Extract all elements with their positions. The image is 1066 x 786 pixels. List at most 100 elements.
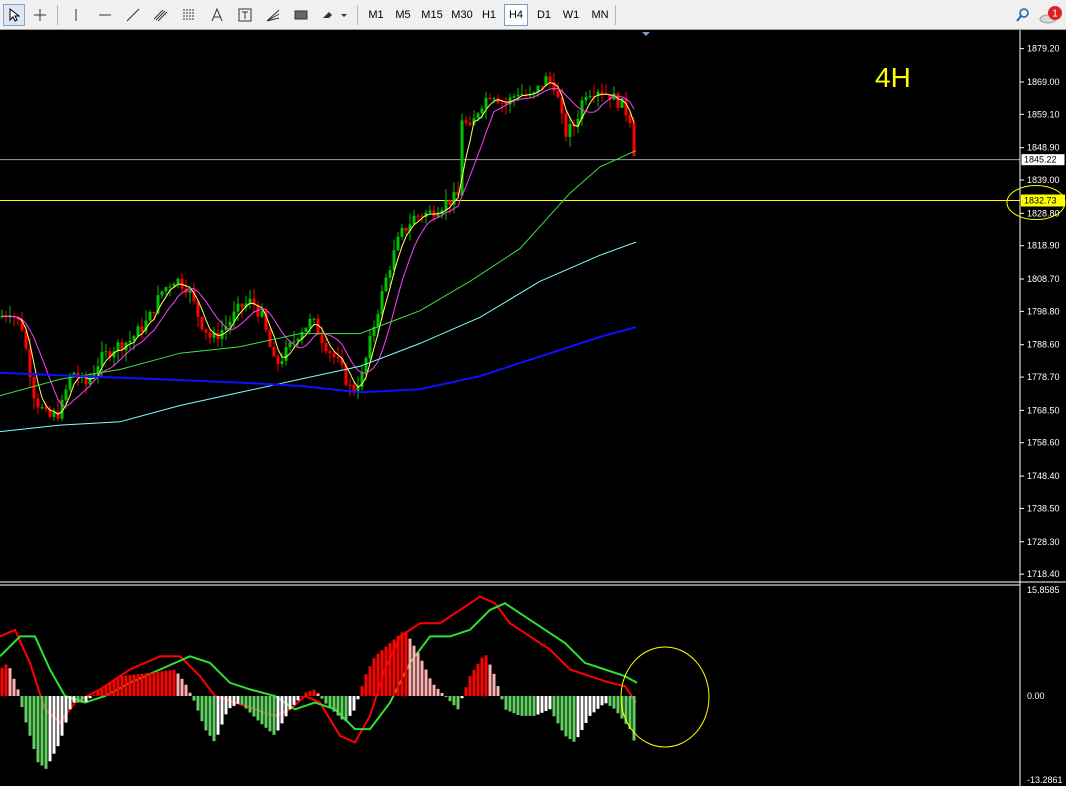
histogram-bar [504,696,508,710]
candle-body [236,303,240,312]
histogram-bar [488,664,492,697]
rectangle-icon[interactable] [290,4,312,26]
histogram-bar [448,696,452,702]
crosshair-icon[interactable] [29,4,51,26]
histogram-bar [280,696,284,724]
candle-body [228,321,232,327]
histogram-bar [72,696,76,703]
timeframe-m30[interactable]: M30 [448,4,476,26]
current-price-label: 1845.22 [1024,155,1057,165]
timeframe-m15[interactable]: M15 [418,4,446,26]
timeframe-h4[interactable]: H4 [504,4,528,26]
histogram-bar [516,696,520,716]
text-label-icon[interactable] [234,4,256,26]
candle-body [272,347,276,357]
candle-body [260,310,264,317]
histogram-bar [392,639,396,697]
candle-body [520,94,524,96]
timeframe-d1[interactable]: D1 [532,4,556,26]
histogram-bar [400,632,404,697]
histogram-bar [276,696,280,731]
histogram-bar [596,696,600,709]
histogram-bar [136,674,140,697]
histogram-bar [608,696,612,706]
candle-body [328,351,332,354]
histogram-bar [540,696,544,713]
trend-line-icon[interactable] [122,4,144,26]
text-icon[interactable] [206,4,228,26]
candle-body [268,330,272,348]
candle-body [564,113,568,137]
price-chart[interactable]: 1879.20 1869.00 1859.10 1848.90 1839.00 1828.… [0,30,1066,786]
fibonacci-retracement-icon[interactable] [178,4,200,26]
histogram-bar [408,638,412,697]
fibonacci-fan-icon[interactable] [262,4,284,26]
histogram-bar [308,691,312,697]
histogram-bar [388,643,392,697]
timeframe-m1[interactable]: M1 [364,4,388,26]
candle-body [404,227,408,232]
histogram-bar [524,696,528,716]
candle-body [176,278,180,284]
candle-body [412,215,416,225]
histogram-bar [356,696,360,700]
candle-body [200,316,204,330]
timeframe-mn[interactable]: MN [587,4,613,26]
oscillator-tick-label: 15.8585 [1027,585,1060,595]
notifications-icon[interactable]: 1 [1038,4,1064,26]
histogram-bar [188,692,192,697]
histogram-bar [148,672,152,697]
timeframe-w1[interactable]: W1 [559,4,583,26]
histogram-bar [472,669,476,697]
histogram-bar [140,673,144,697]
candle-body [136,326,140,337]
histogram-bar [84,696,88,702]
histogram-bar [112,680,116,697]
histogram-bar [92,694,96,697]
histogram-bar [292,696,296,705]
vertical-line-icon[interactable] [65,4,87,26]
histogram-bar [76,696,80,703]
histogram-bar [100,688,104,697]
histogram-bar [444,696,448,698]
histogram-bar [580,696,584,731]
histogram-bar [36,696,40,763]
candle-body [308,318,312,328]
candle-body [396,236,400,251]
histogram-bar [552,696,556,717]
candle-body [332,353,336,358]
candle-body [188,290,192,293]
histogram-bar [300,696,304,698]
candle-body [400,227,404,237]
price-tick-label: 1818.90 [1027,241,1060,251]
candle-body [116,342,120,352]
histogram-bar [420,660,424,697]
search-icon[interactable] [1012,4,1034,26]
histogram-bar [244,696,248,709]
histogram-bar [436,688,440,697]
histogram-bar [144,673,148,697]
price-tick-label: 1728.30 [1027,537,1060,547]
timeframe-h1[interactable]: H1 [478,4,500,26]
candle-body [376,314,380,327]
timeframe-m5[interactable]: M5 [391,4,415,26]
candle-body [208,332,212,338]
arrows-icon[interactable] [318,4,350,26]
candle-body [320,334,324,343]
price-tick-label: 1798.80 [1027,306,1060,316]
candle-body [492,98,496,100]
histogram-bar [104,685,108,697]
histogram-bar [320,696,324,699]
histogram-bar [332,696,336,712]
price-tick-label: 1828.80 [1027,208,1060,218]
histogram-bar [564,696,568,737]
horizontal-line-icon[interactable] [94,4,116,26]
histogram-bar [412,645,416,697]
histogram-bar [128,675,132,697]
histogram-bar [404,631,408,697]
histogram-bar [24,696,28,723]
candle-body [140,326,144,332]
cursor-icon[interactable] [3,4,25,26]
candle-body [488,97,492,100]
equidistant-channel-icon[interactable] [150,4,172,26]
